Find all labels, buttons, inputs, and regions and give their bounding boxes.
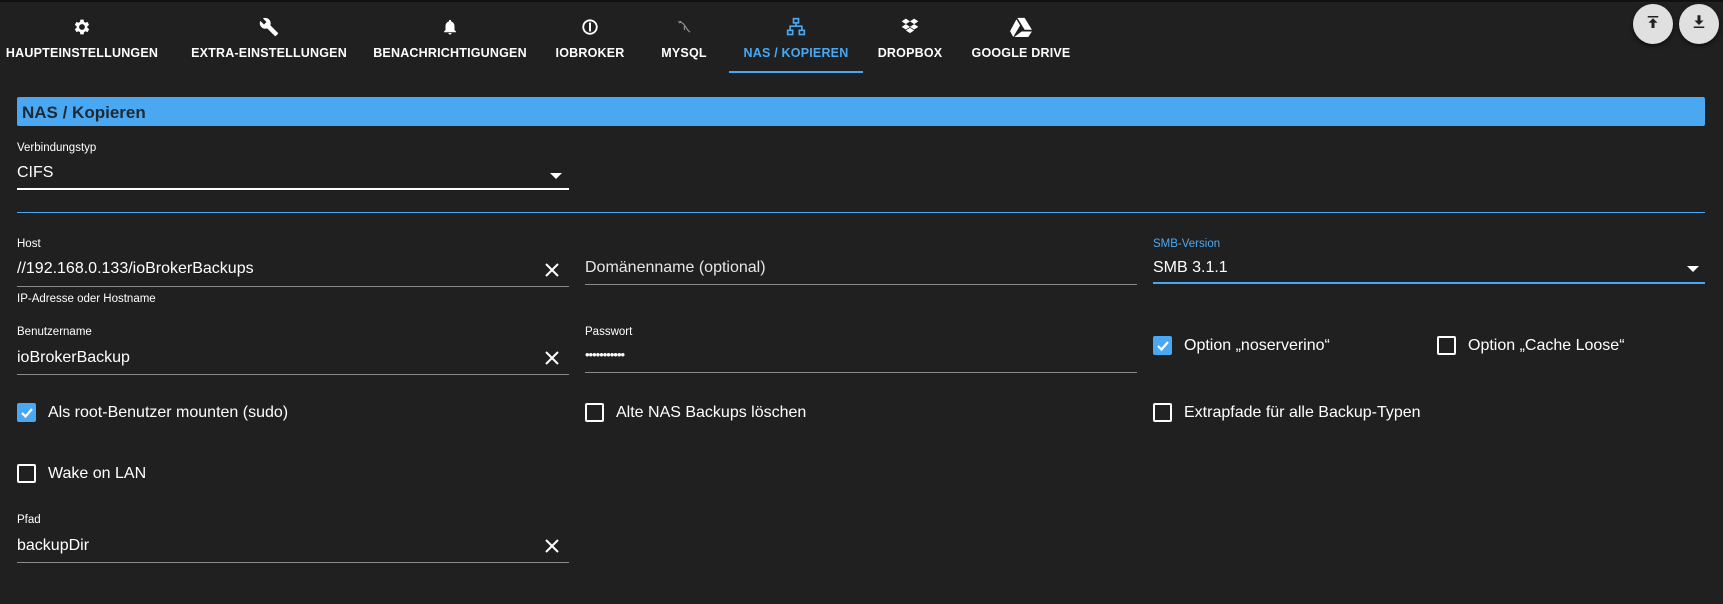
tab-extra-einstellungen[interactable]: EXTRA-EINSTELLUNGEN — [191, 4, 347, 72]
section-divider — [17, 212, 1705, 213]
wake-on-lan-checkbox[interactable] — [17, 464, 36, 483]
tab-benachrichtigungen[interactable]: BENACHRICHTIGUNGEN — [373, 4, 527, 72]
smb-version-underline — [1153, 282, 1705, 284]
tab-nas-kopieren[interactable]: NAS / KOPIEREN — [729, 4, 863, 73]
noserverino-checkbox[interactable] — [1153, 336, 1172, 355]
connection-type-dropdown-icon[interactable] — [550, 173, 562, 179]
bell-icon — [439, 16, 461, 38]
username-clear-icon[interactable] — [542, 348, 562, 368]
host-clear-icon[interactable] — [542, 260, 562, 280]
tab-label: GOOGLE DRIVE — [971, 46, 1071, 60]
iobroker-icon — [579, 16, 601, 38]
tab-label: IOBROKER — [555, 46, 625, 60]
smb-version-dropdown-icon[interactable] — [1687, 266, 1699, 272]
path-clear-icon[interactable] — [542, 536, 562, 556]
tab-google-drive[interactable]: GOOGLE DRIVE — [968, 4, 1074, 72]
extrapaths-label: Extrapfade für alle Backup-Typen — [1184, 404, 1421, 421]
extrapaths-checkbox[interactable] — [1153, 403, 1172, 422]
path-label: Pfad — [17, 514, 41, 526]
tab-dropbox[interactable]: DROPBOX — [874, 4, 946, 72]
domain-input[interactable]: Domänenname (optional) — [585, 259, 766, 277]
sudo-checkbox[interactable] — [17, 403, 36, 422]
section-header: NAS / Kopieren — [17, 97, 1705, 126]
domain-underline — [585, 284, 1137, 285]
host-helper-text: IP-Adresse oder Hostname — [17, 293, 156, 305]
connection-type-label: Verbindungstyp — [17, 142, 97, 154]
upload-icon — [1644, 13, 1662, 36]
tab-label: BENACHRICHTIGUNGEN — [373, 46, 527, 60]
delete-old-backups-label: Alte NAS Backups löschen — [616, 404, 807, 421]
network-icon — [785, 16, 807, 38]
google-drive-icon — [1010, 16, 1032, 38]
host-label: Host — [17, 238, 41, 250]
noserverino-label: Option „noserverino“ — [1184, 337, 1330, 354]
tab-iobroker[interactable]: IOBROKER — [552, 4, 628, 72]
tab-haupteinstellungen[interactable]: HAUPTEINSTELLUNGEN — [6, 4, 158, 72]
tab-label: HAUPTEINSTELLUNGEN — [5, 46, 159, 60]
download-icon — [1690, 13, 1708, 36]
wake-on-lan-label: Wake on LAN — [48, 465, 147, 482]
password-underline — [585, 372, 1137, 373]
host-underline — [17, 286, 569, 287]
tab-bar: HAUPTEINSTELLUNGEN EXTRA-EINSTELLUNGEN B… — [0, 0, 1723, 73]
username-label: Benutzername — [17, 326, 92, 338]
tab-label: DROPBOX — [877, 46, 943, 60]
mysql-icon — [673, 16, 695, 38]
tab-label: EXTRA-EINSTELLUNGEN — [191, 46, 347, 60]
host-input[interactable]: //192.168.0.133/ioBrokerBackups — [17, 260, 254, 278]
username-input[interactable]: ioBrokerBackup — [17, 349, 130, 367]
delete-old-backups-checkbox[interactable] — [585, 403, 604, 422]
username-underline — [17, 374, 569, 375]
connection-type-underline — [17, 188, 569, 190]
wrench-icon — [258, 16, 280, 38]
smb-version-label: SMB-Version — [1153, 238, 1221, 250]
cache-loose-checkbox[interactable] — [1437, 336, 1456, 355]
tab-mysql[interactable]: MYSQL — [654, 4, 714, 72]
smb-version-select[interactable]: SMB 3.1.1 — [1153, 259, 1228, 277]
gear-icon — [71, 16, 93, 38]
password-input[interactable]: ••••••••••• — [585, 347, 625, 362]
download-button[interactable] — [1679, 4, 1719, 44]
tab-label: MYSQL — [661, 46, 707, 60]
dropbox-icon — [899, 16, 921, 38]
tab-label: NAS / KOPIEREN — [743, 46, 849, 60]
path-underline — [17, 562, 569, 563]
cache-loose-label: Option „Cache Loose“ — [1468, 337, 1625, 354]
connection-type-select[interactable]: CIFS — [17, 164, 53, 182]
upload-button[interactable] — [1633, 4, 1673, 44]
path-input[interactable]: backupDir — [17, 537, 89, 555]
sudo-label: Als root-Benutzer mounten (sudo) — [48, 404, 289, 421]
password-label: Passwort — [585, 326, 633, 338]
